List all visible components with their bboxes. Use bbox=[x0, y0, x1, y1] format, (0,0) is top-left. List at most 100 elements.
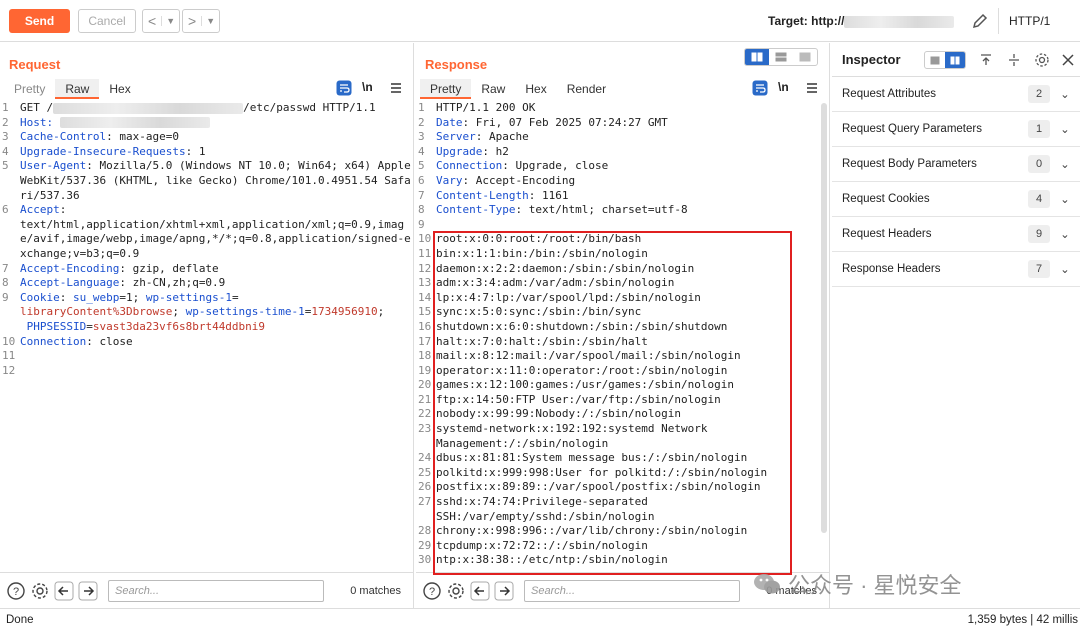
line-content: halt:x:7:0:halt:/sbin:/sbin/halt bbox=[436, 335, 819, 350]
tab-pretty[interactable]: Pretty bbox=[4, 79, 55, 99]
response-scrollbar[interactable] bbox=[821, 103, 827, 533]
code-line: 11 bbox=[0, 349, 413, 364]
layout-toggle[interactable] bbox=[744, 48, 818, 66]
line-text: =1; bbox=[119, 290, 146, 304]
align-middle-icon[interactable] bbox=[1006, 52, 1022, 68]
inspector-section[interactable]: Request Cookies 4 ⌄ bbox=[832, 182, 1080, 217]
line-number: 3 bbox=[418, 130, 425, 144]
chevron-down-icon[interactable]: ⌄ bbox=[1050, 87, 1080, 101]
line-text: dbus:x:81:81:System message bus:/:/sbin/… bbox=[436, 451, 748, 465]
inspector-section[interactable]: Request Headers 9 ⌄ bbox=[832, 217, 1080, 252]
tab-pretty[interactable]: Pretty bbox=[420, 79, 472, 99]
request-search-input[interactable]: Search... bbox=[108, 579, 324, 602]
code-line: 17 halt:x:7:0:halt:/sbin:/sbin/halt bbox=[416, 335, 819, 350]
wrap-icon[interactable] bbox=[336, 80, 352, 96]
line-content: Date: Fri, 07 Feb 2025 07:24:27 GMT bbox=[436, 116, 819, 131]
history-back-group[interactable]: < ▼ bbox=[142, 9, 181, 33]
inspector-section[interactable]: Request Query Parameters 1 ⌄ bbox=[832, 112, 1080, 147]
chevron-left-icon[interactable]: < bbox=[143, 13, 161, 29]
protocol-selector[interactable]: HTTP/1 bbox=[998, 8, 1050, 34]
inspector-sections: Request Attributes 2 ⌄ Request Query Parame… bbox=[832, 77, 1080, 287]
tab-hex[interactable]: Hex bbox=[99, 79, 140, 99]
tab-hex[interactable]: Hex bbox=[515, 79, 556, 99]
inspector-section-label: Request Headers bbox=[842, 228, 932, 240]
line-number: 22 bbox=[418, 407, 432, 421]
pencil-icon[interactable] bbox=[970, 11, 990, 31]
inspector-section[interactable]: Response Headers 7 ⌄ bbox=[832, 252, 1080, 287]
close-icon[interactable] bbox=[1060, 52, 1076, 68]
code-line: 21 ftp:x:14:50:FTP User:/var/ftp:/sbin/no… bbox=[416, 393, 819, 408]
header-key: Upgrade-Insecure-Requests bbox=[20, 144, 186, 158]
response-search-input[interactable]: Search... bbox=[524, 579, 740, 602]
inspector-section[interactable]: Request Body Parameters 0 ⌄ bbox=[832, 147, 1080, 182]
line-number: 8 bbox=[418, 203, 425, 217]
request-match-count: 0 matches bbox=[350, 584, 401, 597]
line-number: 21 bbox=[418, 392, 432, 406]
layout-split-icon[interactable] bbox=[745, 49, 769, 65]
chevron-right-icon[interactable]: > bbox=[183, 13, 201, 29]
menu-icon[interactable] bbox=[804, 80, 820, 96]
tab-raw[interactable]: Raw bbox=[471, 79, 515, 99]
align-top-icon[interactable] bbox=[978, 52, 994, 68]
chevron-down-icon[interactable]: ⌄ bbox=[1050, 262, 1080, 276]
send-button[interactable]: Send bbox=[9, 9, 70, 33]
status-text: Done bbox=[6, 614, 34, 626]
newline-toggle[interactable]: \n bbox=[362, 80, 373, 94]
line-text: : Accept-Encoding bbox=[462, 173, 576, 187]
line-text: adm:x:3:4:adm:/var/adm:/sbin/nologin bbox=[436, 276, 675, 290]
line-text: = bbox=[231, 290, 239, 304]
inspector-section[interactable]: Request Attributes 2 ⌄ bbox=[832, 77, 1080, 112]
help-icon[interactable]: ? bbox=[422, 581, 442, 601]
line-number: 11 bbox=[2, 349, 16, 363]
request-editor[interactable]: 1 GET / /etc/passwd HTTP/1.1 2 Host: 3 Cache-… bbox=[0, 101, 413, 572]
line-content: Connection: close bbox=[20, 335, 413, 350]
line-content: daemon:x:2:2:daemon:/sbin:/sbin/nologin bbox=[436, 262, 819, 277]
history-forward-group[interactable]: > ▼ bbox=[182, 9, 221, 33]
gear-icon[interactable] bbox=[30, 581, 50, 601]
arrow-right-icon[interactable] bbox=[494, 581, 514, 601]
arrow-left-icon[interactable] bbox=[470, 581, 490, 601]
chevron-down-icon[interactable]: ⌄ bbox=[1050, 122, 1080, 136]
chevron-down-icon[interactable]: ▼ bbox=[161, 16, 179, 26]
layout-rows-icon[interactable] bbox=[769, 49, 793, 65]
chevron-down-icon[interactable]: ⌄ bbox=[1050, 157, 1080, 171]
tab-render[interactable]: Render bbox=[557, 79, 616, 99]
gear-icon[interactable] bbox=[1034, 52, 1050, 68]
line-content: shutdown:x:6:0:shutdown:/sbin:/sbin/shut… bbox=[436, 320, 819, 335]
chevron-down-icon[interactable]: ⌄ bbox=[1050, 192, 1080, 206]
newline-toggle[interactable]: \n bbox=[778, 80, 789, 94]
cookie-value: libraryContent%3Dbrowse bbox=[20, 305, 173, 319]
menu-icon[interactable] bbox=[388, 80, 404, 96]
arrow-right-icon[interactable] bbox=[78, 581, 98, 601]
header-key: Connection bbox=[436, 159, 503, 173]
line-number: 1 bbox=[2, 101, 9, 114]
header-key: Date bbox=[436, 115, 463, 129]
tab-raw[interactable]: Raw bbox=[55, 79, 100, 99]
line-text: : Upgrade, close bbox=[502, 159, 609, 173]
line-number: 12 bbox=[2, 363, 16, 377]
inspector-section-label: Request Cookies bbox=[842, 193, 930, 205]
cancel-button[interactable]: Cancel bbox=[78, 9, 136, 33]
layout-rows-icon[interactable] bbox=[925, 52, 945, 68]
response-editor[interactable]: 1 HTTP/1.1 200 OK 2 Date: Fri, 07 Feb 2025 … bbox=[416, 101, 819, 572]
layout-tabs-icon[interactable] bbox=[793, 49, 817, 65]
code-line: 19 operator:x:11:0:operator:/root:/sbin/n… bbox=[416, 364, 819, 379]
help-icon[interactable]: ? bbox=[6, 581, 26, 601]
code-line: 14 lp:x:4:7:lp:/var/spool/lpd:/sbin/nolog… bbox=[416, 291, 819, 306]
line-text: halt:x:7:0:halt:/sbin:/sbin/halt bbox=[436, 334, 648, 348]
svg-text:?: ? bbox=[13, 586, 19, 598]
line-number: 9 bbox=[2, 290, 9, 304]
code-line: 11 bin:x:1:1:bin:/bin:/sbin/nologin bbox=[416, 247, 819, 262]
line-content: games:x:12:100:games:/usr/games:/sbin/no… bbox=[436, 378, 819, 393]
wrap-icon[interactable] bbox=[752, 80, 768, 96]
chevron-down-icon[interactable]: ▼ bbox=[201, 16, 219, 26]
layout-split-icon[interactable] bbox=[945, 52, 965, 68]
line-number: 11 bbox=[418, 246, 432, 260]
arrow-left-icon[interactable] bbox=[54, 581, 74, 601]
gear-icon[interactable] bbox=[446, 581, 466, 601]
watermark: 公众号 · 星悦安全 bbox=[752, 568, 962, 600]
inspector-layout-toggle[interactable] bbox=[924, 51, 966, 69]
chevron-down-icon[interactable]: ⌄ bbox=[1050, 227, 1080, 241]
line-number: 7 bbox=[2, 261, 9, 275]
line-text: polkitd:x:999:998:User for polkitd:/:/sb… bbox=[436, 465, 768, 479]
